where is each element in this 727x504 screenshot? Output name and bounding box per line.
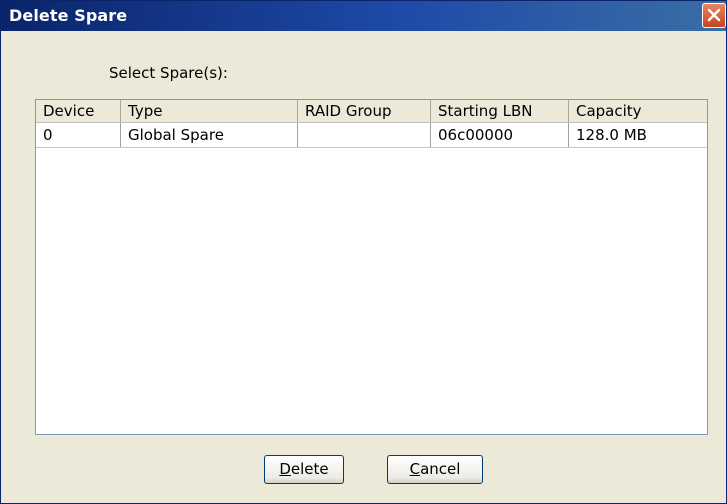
column-header-raid-group[interactable]: RAID Group: [298, 100, 431, 122]
delete-button[interactable]: Delete: [264, 455, 344, 484]
cell-device: 0: [36, 123, 121, 147]
column-header-capacity[interactable]: Capacity: [569, 100, 707, 122]
close-button[interactable]: [702, 3, 726, 28]
column-header-starting-lbn[interactable]: Starting LBN: [431, 100, 569, 122]
close-icon: [707, 8, 721, 22]
table-header: Device Type RAID Group Starting LBN Capa…: [36, 100, 707, 123]
window-title: Delete Spare: [9, 6, 128, 25]
cancel-button[interactable]: Cancel: [387, 455, 483, 484]
cancel-mnemonic: C: [409, 460, 421, 478]
table-row[interactable]: 0 Global Spare 06c00000 128.0 MB: [36, 123, 707, 148]
column-header-type[interactable]: Type: [121, 100, 298, 122]
cell-starting-lbn: 06c00000: [431, 123, 569, 147]
select-spares-label: Select Spare(s):: [109, 64, 228, 82]
column-header-device[interactable]: Device: [36, 100, 121, 122]
cancel-label-rest: ancel: [420, 460, 461, 478]
dialog-window: Delete Spare Select Spare(s): Device Typ…: [0, 0, 727, 504]
cell-type: Global Spare: [121, 123, 298, 147]
cell-capacity: 128.0 MB: [576, 126, 647, 144]
delete-label-rest: elete: [290, 460, 329, 478]
delete-mnemonic: D: [279, 460, 291, 478]
spares-table[interactable]: Device Type RAID Group Starting LBN Capa…: [35, 99, 708, 435]
title-bar[interactable]: Delete Spare: [1, 1, 726, 31]
cell-raid-group: [298, 123, 431, 147]
